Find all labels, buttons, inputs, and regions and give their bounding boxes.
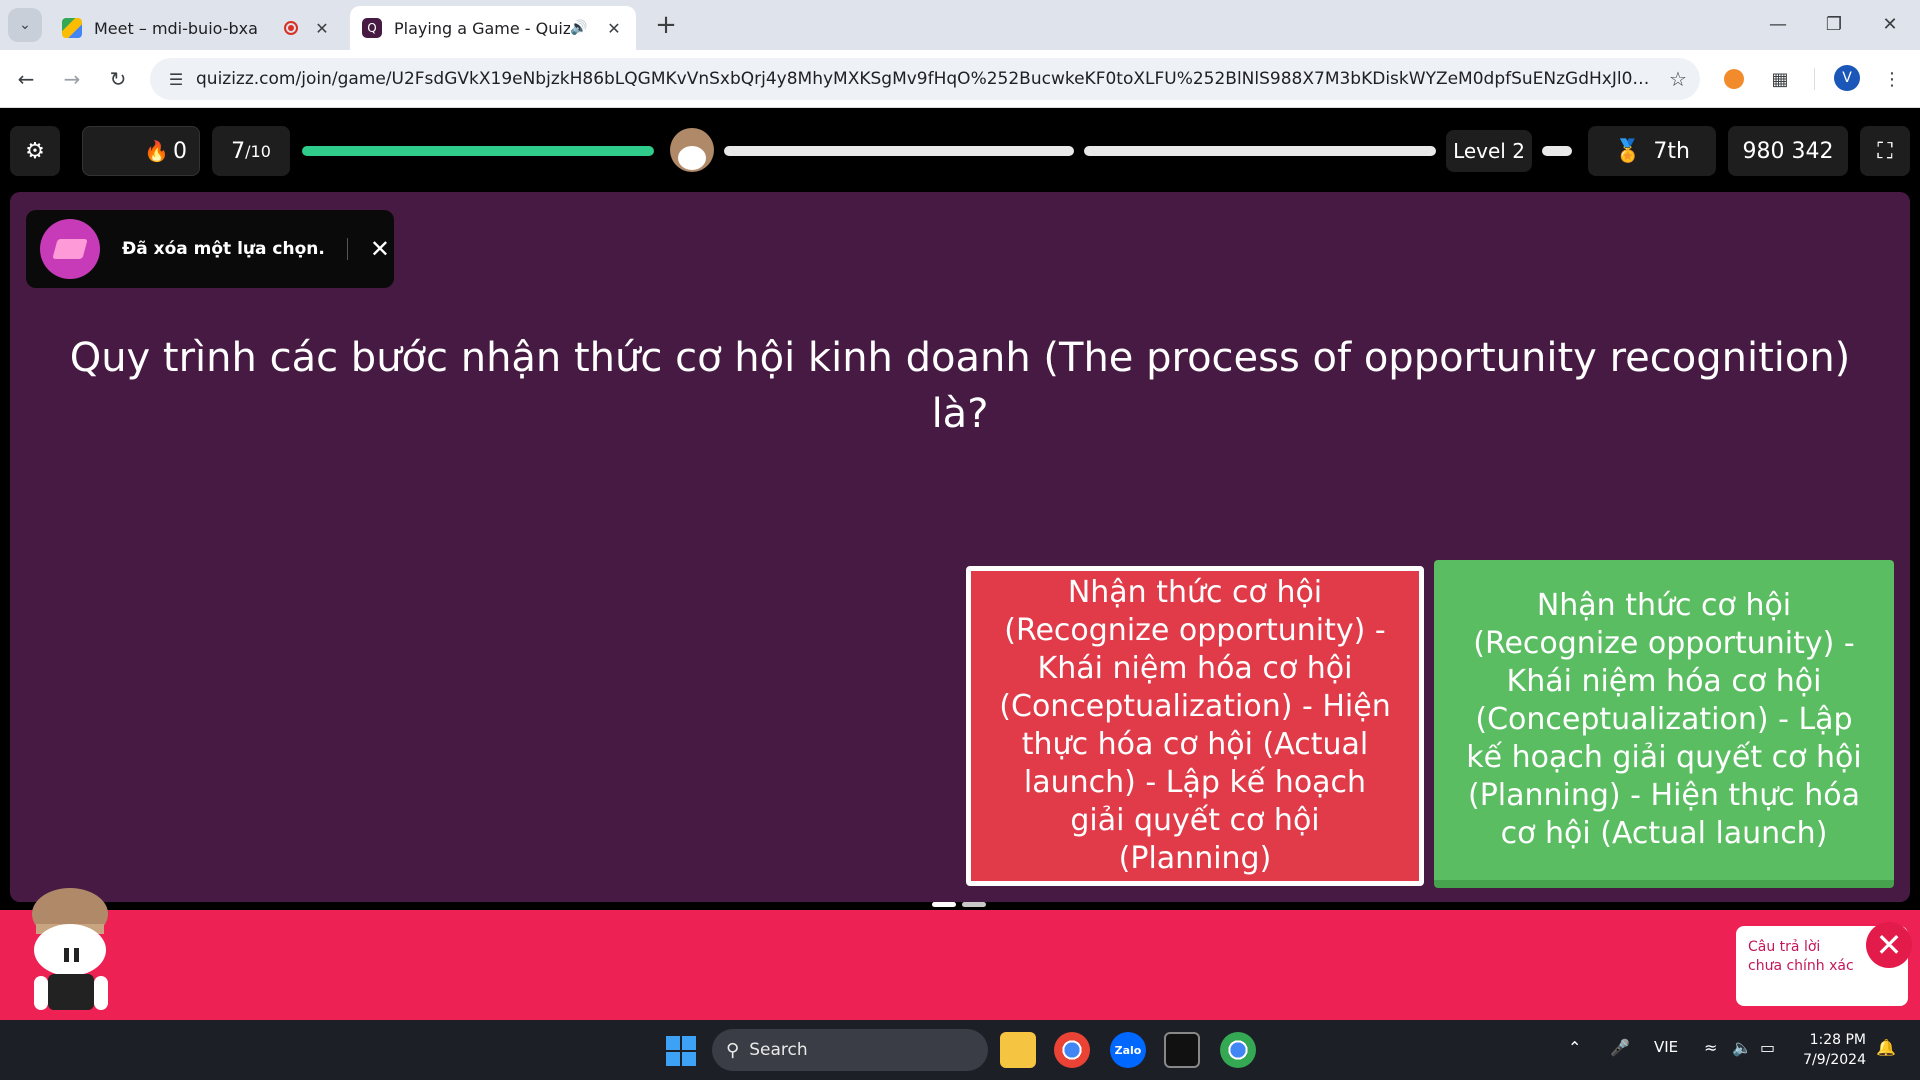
address-bar[interactable]: ☰ quizizz.com/join/game/U2FsdGVkX19eNbjz… bbox=[150, 58, 1700, 100]
tab-quizizz[interactable]: Q Playing a Game - Quizizz 🔊 ✕ bbox=[350, 6, 636, 50]
windows-start-icon[interactable] bbox=[666, 1036, 696, 1066]
eraser-icon bbox=[40, 219, 100, 279]
player-avatar bbox=[670, 128, 714, 172]
question-text: Quy trình các bước nhận thức cơ hội kinh… bbox=[69, 335, 1851, 437]
chrome-profile-icon[interactable] bbox=[1220, 1032, 1256, 1068]
clock-time: 1:28 PM bbox=[1809, 1032, 1866, 1048]
gear-icon: ⚙ bbox=[25, 138, 45, 164]
tune-icon[interactable]: ☰ bbox=[156, 70, 196, 89]
answer-text: Nhận thức cơ hội (Recognize opportunity)… bbox=[1466, 587, 1862, 852]
arrow-right-icon: → bbox=[63, 67, 81, 91]
flame-icon: 🔥 bbox=[144, 139, 169, 163]
clock[interactable]: 1:28 PM 7/9/2024 bbox=[1796, 1030, 1866, 1070]
browser-tab-strip: ⌄ Meet – mdi-buio-bxa ✕ Q Playing a Game… bbox=[0, 0, 1920, 50]
chevron-down-icon: ⌄ bbox=[19, 17, 31, 33]
tab-title: Meet – mdi-buio-bxa bbox=[94, 18, 258, 38]
menu-icon[interactable]: ⋮ bbox=[1876, 63, 1908, 95]
level-progress bbox=[1542, 146, 1572, 156]
close-tab-icon[interactable]: ✕ bbox=[312, 19, 332, 38]
search-label: Search bbox=[749, 1040, 808, 1060]
language-indicator[interactable]: VIE bbox=[1654, 1038, 1678, 1056]
progress-segment bbox=[1084, 146, 1436, 156]
page-indicator bbox=[932, 902, 986, 907]
tab-meet[interactable]: Meet – mdi-buio-bxa ✕ bbox=[50, 6, 344, 50]
wifi-icon[interactable]: ≈ bbox=[1704, 1038, 1717, 1057]
recording-icon bbox=[284, 21, 298, 35]
clock-date: 7/9/2024 bbox=[1803, 1052, 1866, 1068]
answer-option-incorrect[interactable]: Nhận thức cơ hội (Recognize opportunity)… bbox=[966, 566, 1424, 886]
chevron-up-icon[interactable]: ⌃ bbox=[1568, 1038, 1581, 1057]
close-icon[interactable]: ✕ bbox=[370, 235, 390, 263]
close-window-button[interactable]: ✕ bbox=[1862, 6, 1918, 42]
level-badge: Level 2 bbox=[1446, 130, 1532, 172]
quizizz-icon: Q bbox=[362, 18, 382, 38]
rank-box: 🏅 7th bbox=[1588, 126, 1716, 176]
close-icon: ✕ bbox=[1875, 926, 1903, 964]
microphone-icon[interactable]: 🎤 bbox=[1610, 1038, 1630, 1057]
taskbar-search[interactable]: ⚲ Search bbox=[712, 1029, 988, 1071]
close-tab-icon[interactable]: ✕ bbox=[604, 19, 624, 38]
volume-icon[interactable]: 🔈 bbox=[1732, 1038, 1752, 1057]
rank-value: 7th bbox=[1653, 138, 1690, 164]
star-icon[interactable]: ☆ bbox=[1656, 67, 1700, 91]
progress-segment bbox=[724, 146, 1074, 156]
puzzle-icon[interactable]: ▦ bbox=[1764, 63, 1796, 95]
feedback-text: Câu trả lời chưa chính xác bbox=[1748, 939, 1854, 974]
battery-icon[interactable]: ▭ bbox=[1760, 1038, 1775, 1057]
reload-icon: ↻ bbox=[109, 67, 127, 91]
fullscreen-button[interactable]: ⛶ bbox=[1860, 126, 1910, 176]
minimize-button[interactable]: — bbox=[1750, 6, 1806, 42]
powerup-toast: Đã xóa một lựa chọn. ✕ bbox=[26, 210, 394, 288]
feedback-bar bbox=[0, 910, 1920, 1020]
streak-value: 0 bbox=[173, 138, 187, 164]
question-total: /10 bbox=[245, 141, 271, 161]
extension-icon[interactable] bbox=[1718, 63, 1750, 95]
forward-button[interactable]: → bbox=[56, 63, 88, 95]
question-number: 7 bbox=[231, 138, 246, 164]
reload-button[interactable]: ↻ bbox=[102, 63, 134, 95]
toast-message: Đã xóa một lựa chọn. bbox=[122, 239, 325, 259]
mascot-avatar bbox=[32, 888, 108, 1010]
windows-taskbar: ⚲ Search Zalo ⌃ 🎤 VIE ≈ 🔈 ▭ 1:28 PM 7/9/… bbox=[0, 1020, 1920, 1080]
tab-title: Playing a Game - Quizizz bbox=[394, 18, 570, 38]
terminal-icon[interactable] bbox=[1164, 1032, 1200, 1068]
chrome-icon[interactable] bbox=[1054, 1032, 1090, 1068]
page-dot bbox=[932, 902, 956, 907]
url-text[interactable]: quizizz.com/join/game/U2FsdGVkX19eNbjzkH… bbox=[196, 69, 1656, 89]
toast-divider bbox=[346, 238, 348, 260]
file-explorer-icon[interactable] bbox=[1000, 1032, 1036, 1068]
answer-option-correct[interactable]: Nhận thức cơ hội (Recognize opportunity)… bbox=[1434, 560, 1894, 888]
back-button[interactable]: ← bbox=[10, 63, 42, 95]
medal-icon: 🏅 bbox=[1614, 138, 1642, 164]
speaker-icon[interactable]: 🔊 bbox=[570, 20, 594, 36]
page-dot bbox=[962, 902, 986, 907]
quiz-top-bar: ⚙ 🔥 0 7/10 Level 2 🏅 7th 980 342 ⛶ bbox=[0, 108, 1920, 192]
settings-button[interactable]: ⚙ bbox=[10, 126, 60, 176]
google-meet-icon bbox=[62, 18, 82, 38]
profile-avatar[interactable]: V bbox=[1834, 65, 1860, 91]
tab-search-button[interactable]: ⌄ bbox=[8, 8, 42, 42]
answer-text: Nhận thức cơ hội (Recognize opportunity)… bbox=[999, 574, 1391, 877]
arrow-left-icon: ← bbox=[17, 67, 35, 91]
feedback-close-button[interactable]: ✕ bbox=[1866, 922, 1912, 968]
zalo-icon[interactable]: Zalo bbox=[1110, 1032, 1146, 1068]
progress-segment-done bbox=[302, 146, 654, 156]
restore-button[interactable]: ❐ bbox=[1806, 6, 1862, 42]
streak-counter: 🔥 0 bbox=[82, 126, 200, 176]
question-counter: 7/10 bbox=[212, 126, 290, 176]
search-icon: ⚲ bbox=[726, 1039, 740, 1061]
new-tab-button[interactable]: + bbox=[650, 9, 682, 41]
toolbar-divider bbox=[1814, 68, 1815, 90]
notification-bell-icon[interactable]: 🔔 bbox=[1876, 1038, 1896, 1057]
score-box: 980 342 bbox=[1728, 126, 1848, 176]
browser-toolbar: ← → ↻ ☰ quizizz.com/join/game/U2FsdGVkX1… bbox=[0, 50, 1920, 108]
fullscreen-icon: ⛶ bbox=[1877, 138, 1893, 164]
